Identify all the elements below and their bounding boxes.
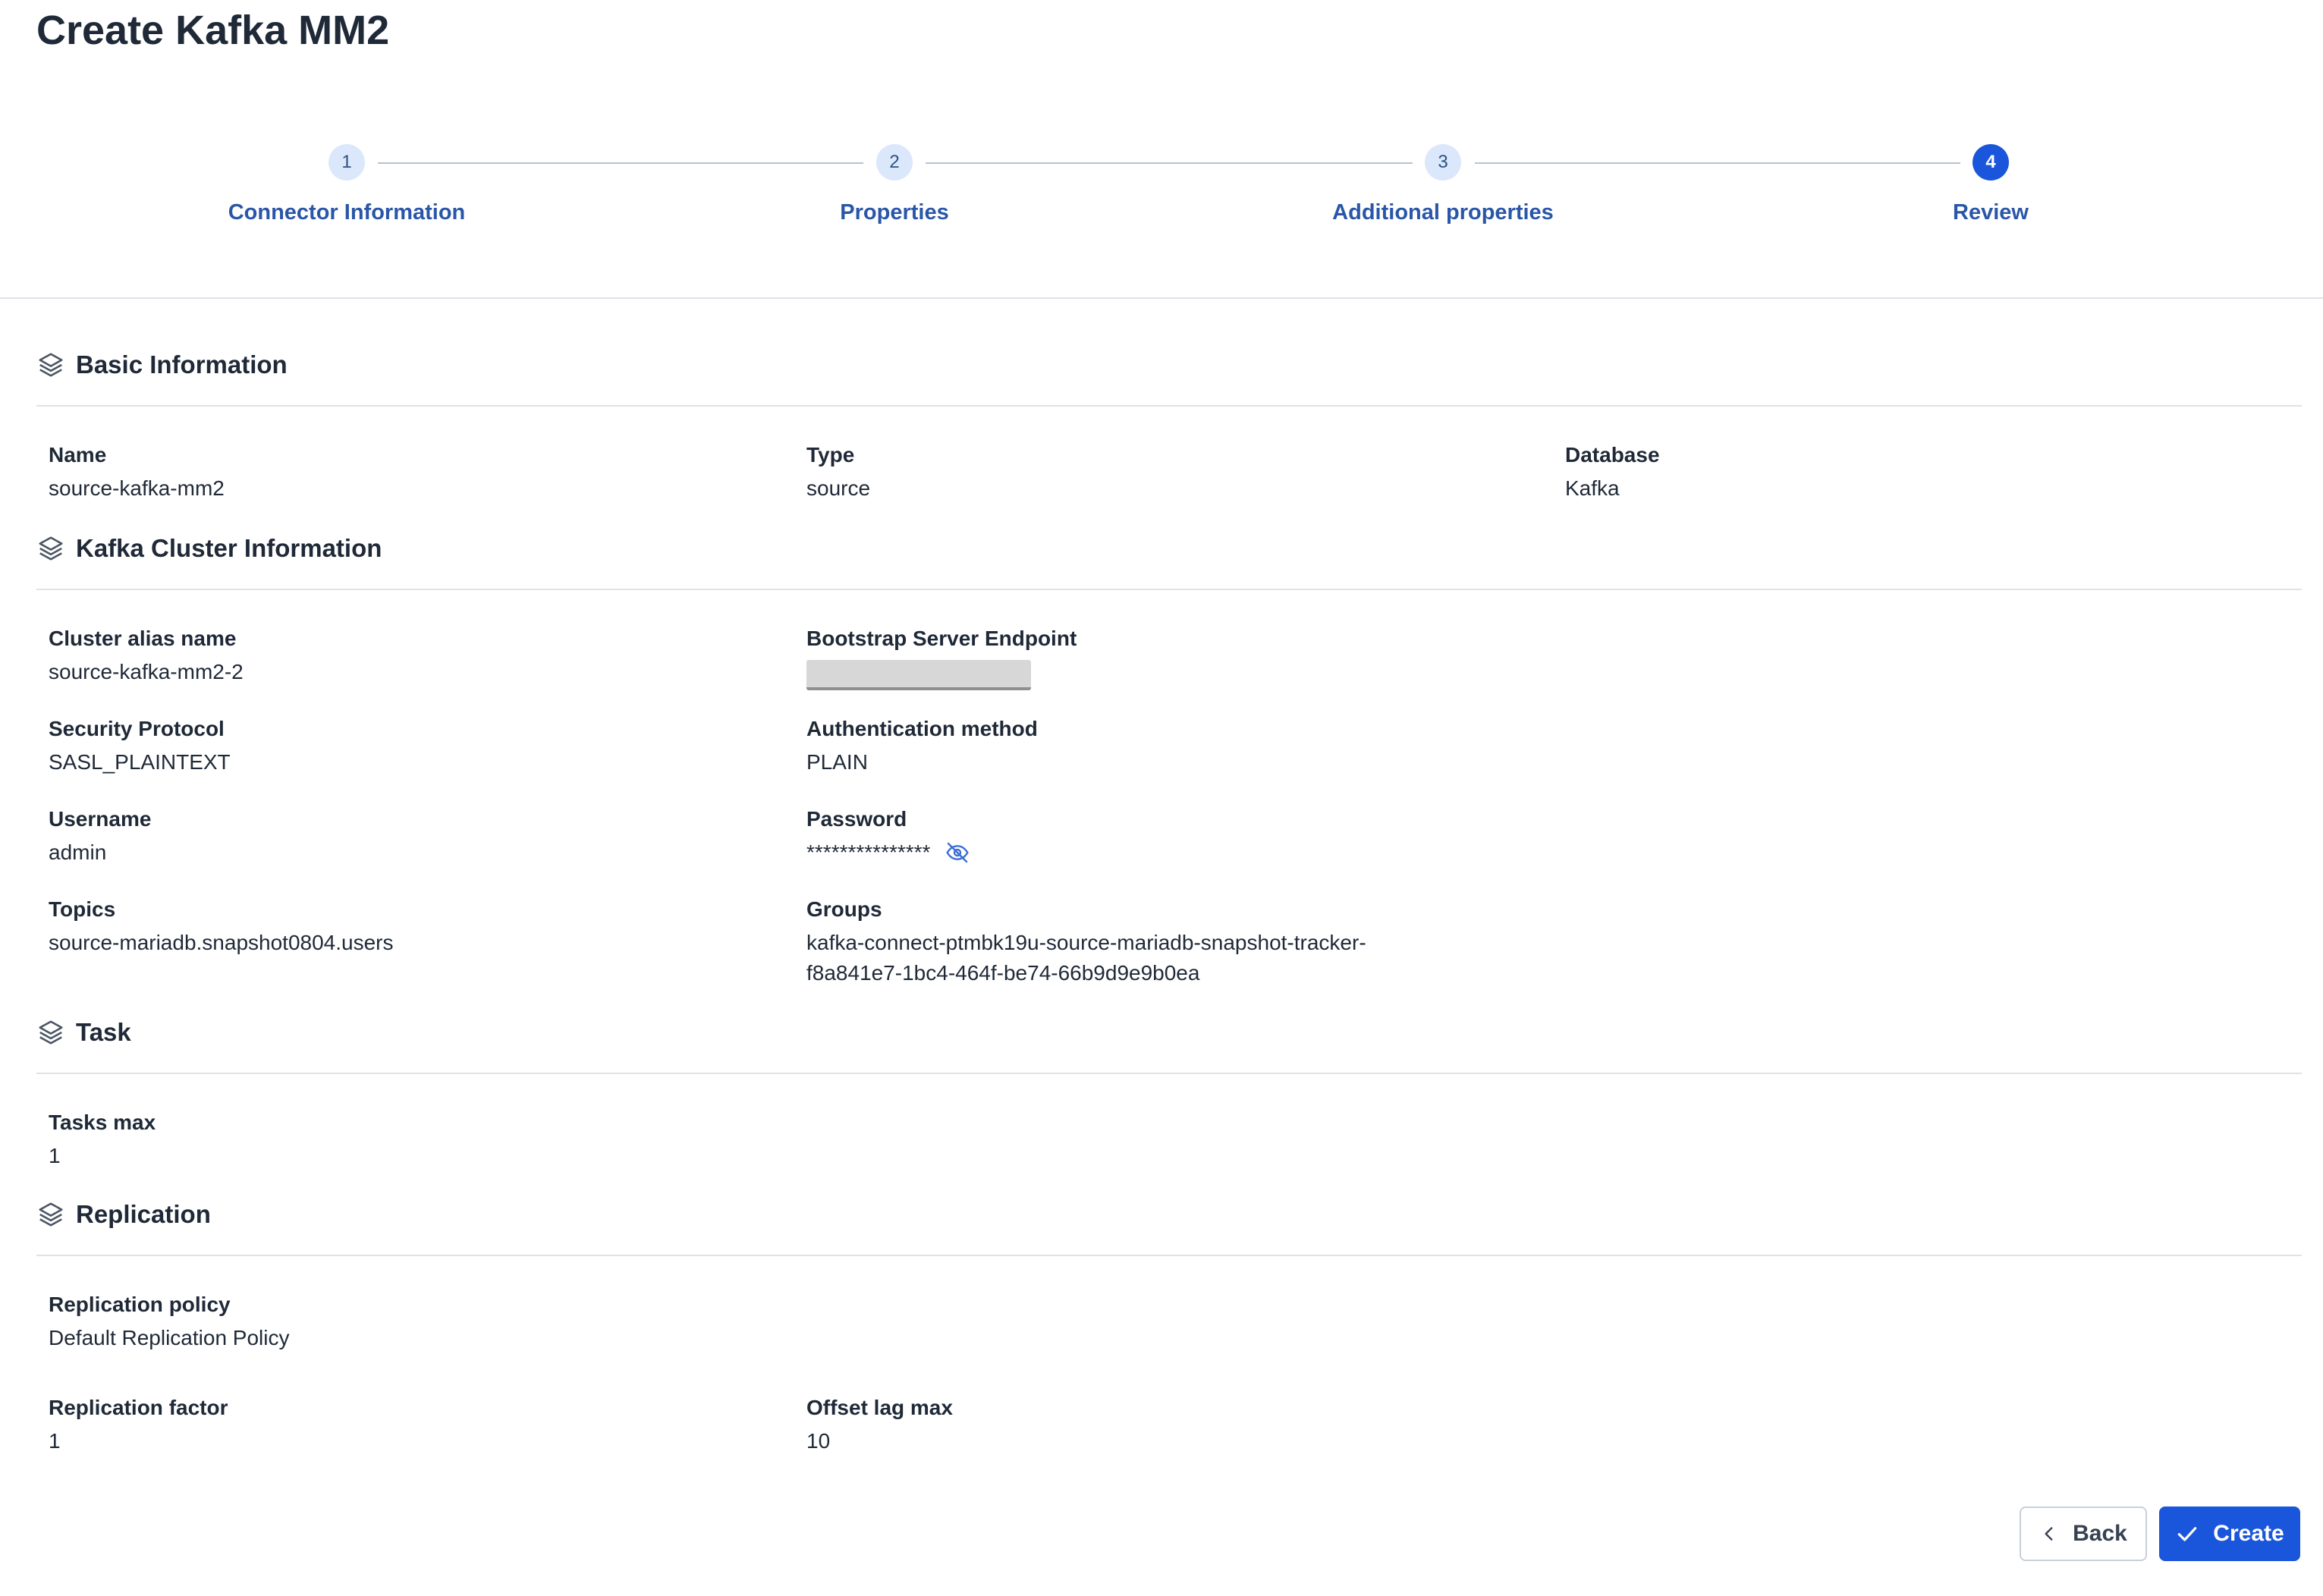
field-label: Bootstrap Server Endpoint	[806, 627, 1077, 650]
field-replication-factor: Replication factor 1	[49, 1393, 731, 1456]
section-basic-information: Basic Information	[36, 350, 288, 379]
field-name: Name source-kafka-mm2	[49, 440, 731, 504]
field-groups: Groups kafka-connect-ptmbk19u-source-mar…	[806, 894, 1489, 988]
field-value-line: f8a841e7-1bc4-464f-be74-66b9d9e9b0ea	[806, 961, 1200, 985]
section-divider	[36, 589, 2302, 590]
field-value: PLAIN	[806, 750, 868, 774]
step-label: Properties	[840, 200, 949, 225]
step-number: 2	[876, 144, 913, 181]
section-divider	[36, 1255, 2302, 1256]
field-bootstrap-server: Bootstrap Server Endpoint	[806, 624, 1489, 690]
create-button[interactable]: Create	[2159, 1506, 2300, 1561]
field-cluster-alias: Cluster alias name source-kafka-mm2-2	[49, 624, 731, 687]
field-label: Replication factor	[49, 1396, 228, 1419]
field-label: Replication policy	[49, 1293, 231, 1316]
field-label: Password	[806, 807, 907, 831]
section-title: Basic Information	[76, 350, 288, 379]
section-title: Task	[76, 1018, 131, 1046]
step-connector-information[interactable]: 1 Connector Information	[119, 144, 574, 225]
field-label: Offset lag max	[806, 1396, 953, 1419]
field-type: Type source	[806, 440, 1489, 504]
section-divider	[36, 1073, 2302, 1074]
field-value: Default Replication Policy	[49, 1326, 290, 1349]
password-row: ***************	[806, 837, 1489, 868]
layers-icon	[39, 1202, 63, 1227]
step-number: 1	[328, 144, 365, 181]
field-database: Database Kafka	[1565, 440, 2248, 504]
field-password: Password ***************	[806, 804, 1489, 868]
create-button-label: Create	[2213, 1521, 2284, 1546]
step-additional-properties[interactable]: 3 Additional properties	[1215, 144, 1671, 225]
chevron-left-icon	[2045, 1527, 2053, 1541]
field-value-line: kafka-connect-ptmbk19u-source-mariadb-sn…	[806, 931, 1366, 954]
field-label: Cluster alias name	[49, 627, 237, 650]
password-value: ***************	[806, 840, 931, 864]
header-divider	[0, 297, 2323, 299]
field-topics: Topics source-mariadb.snapshot0804.users	[49, 894, 731, 958]
section-kafka-cluster-information: Kafka Cluster Information	[36, 534, 382, 563]
field-label: Topics	[49, 897, 116, 921]
step-number: 3	[1425, 144, 1461, 181]
step-properties[interactable]: 2 Properties	[667, 144, 1122, 225]
field-value: source-kafka-mm2-2	[49, 660, 244, 683]
field-value: admin	[49, 840, 107, 864]
back-button[interactable]: Back	[2020, 1506, 2147, 1561]
check-icon	[2178, 1527, 2197, 1541]
field-label: Authentication method	[806, 717, 1038, 740]
eye-off-icon[interactable]	[945, 840, 970, 865]
section-replication: Replication	[36, 1200, 211, 1229]
field-offset-lag-max: Offset lag max 10	[806, 1393, 1489, 1456]
redacted-value	[806, 660, 1031, 690]
layers-icon	[39, 536, 63, 561]
field-label: Database	[1565, 443, 1660, 467]
field-value: source-kafka-mm2	[49, 476, 225, 500]
section-divider	[36, 405, 2302, 407]
page-title: Create Kafka MM2	[36, 8, 390, 53]
create-kafka-mm2-page: Create Kafka MM2 1 Connector Information…	[0, 0, 2323, 1596]
field-value: SASL_PLAINTEXT	[49, 750, 231, 774]
field-value: 1	[49, 1429, 61, 1453]
field-value: source-mariadb.snapshot0804.users	[49, 931, 394, 954]
layers-icon	[39, 353, 63, 377]
field-label: Username	[49, 807, 152, 831]
field-security-protocol: Security Protocol SASL_PLAINTEXT	[49, 714, 731, 778]
field-value: 10	[806, 1429, 831, 1453]
step-label: Additional properties	[1332, 200, 1554, 225]
section-title: Replication	[76, 1200, 211, 1228]
section-task: Task	[36, 1018, 131, 1047]
field-tasks-max: Tasks max 1	[49, 1107, 731, 1171]
field-value: source	[806, 476, 871, 500]
field-replication-policy: Replication policy Default Replication P…	[49, 1290, 731, 1353]
field-label: Tasks max	[49, 1111, 156, 1134]
field-label: Security Protocol	[49, 717, 225, 740]
field-authentication-method: Authentication method PLAIN	[806, 714, 1489, 778]
field-label: Name	[49, 443, 107, 467]
step-label: Review	[1953, 200, 2029, 225]
step-number: 4	[1973, 144, 2009, 181]
field-label: Type	[806, 443, 855, 467]
back-button-label: Back	[2073, 1521, 2127, 1546]
step-review[interactable]: 4 Review	[1763, 144, 2218, 225]
step-label: Connector Information	[228, 200, 466, 225]
field-username: Username admin	[49, 804, 731, 868]
wizard-stepper: 1 Connector Information 2 Properties 3 A…	[0, 144, 2323, 250]
field-value: Kafka	[1565, 476, 1620, 500]
section-title: Kafka Cluster Information	[76, 534, 382, 562]
field-value: 1	[49, 1144, 61, 1167]
field-label: Groups	[806, 897, 882, 921]
layers-icon	[39, 1020, 63, 1045]
